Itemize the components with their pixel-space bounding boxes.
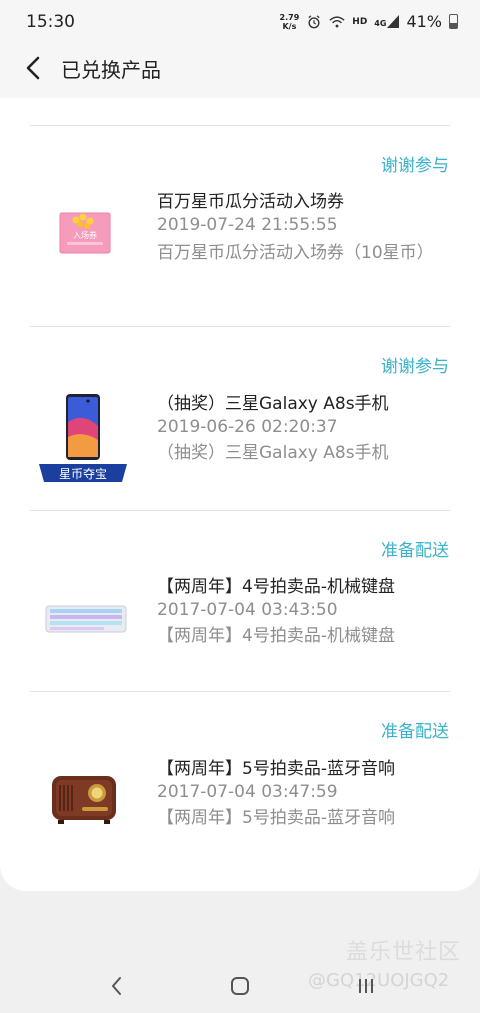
- order-description: 百万星币瓜分活动入场券（10星币）: [157, 243, 434, 263]
- banner-text: 星币夺宝: [59, 467, 107, 481]
- nav-home-button[interactable]: [220, 969, 260, 1003]
- order-name: 【两周年】5号拍卖品-蓝牙音响: [157, 759, 395, 779]
- order-item[interactable]: 准备配送 【两周年】5号拍卖品-蓝牙音响 2017-07-04 03:47:59: [0, 692, 480, 872]
- status-bar: 15:30 2.79 K/s HD 4G 41%: [0, 0, 480, 44]
- nav-back-icon: [112, 977, 121, 995]
- order-description: 【两周年】5号拍卖品-蓝牙音响: [157, 808, 395, 828]
- nav-back-button[interactable]: [96, 969, 136, 1003]
- order-item[interactable]: 谢谢参与 入场券 百万星币瓜分活动入场券 2019-07-24 21:55:55…: [0, 126, 480, 326]
- nav-recents-icon: [359, 979, 373, 993]
- order-name: 百万星币瓜分活动入场券: [157, 192, 344, 212]
- order-status: 准备配送: [381, 541, 449, 561]
- signal-label: 4G: [374, 19, 387, 28]
- order-description: （抽奖）三星Galaxy A8s手机: [157, 443, 389, 463]
- order-status: 准备配送: [381, 722, 449, 742]
- order-thumbnail: 星币夺宝: [36, 392, 130, 486]
- order-date: 2017-07-04 03:47:59: [157, 782, 338, 802]
- order-item[interactable]: 谢谢参与 星币夺宝 （抽奖）三星Galaxy A8s手机 2019-06-26 …: [0, 327, 480, 510]
- header: 已兑换产品: [0, 44, 480, 98]
- wifi-icon: [329, 15, 345, 27]
- keyboard-image: [45, 605, 127, 633]
- ticket-text: 入场券: [73, 230, 97, 240]
- order-thumbnail: 入场券: [36, 186, 130, 280]
- net-speed-value: 2.79: [279, 12, 300, 22]
- page-title: 已兑换产品: [61, 58, 161, 82]
- order-thumbnail: [36, 571, 130, 665]
- nav-home-icon: [231, 977, 249, 995]
- order-date: 2017-07-04 03:43:50: [157, 600, 338, 620]
- speaker-image: [52, 776, 116, 824]
- order-thumbnail: [36, 752, 130, 846]
- order-name: （抽奖）三星Galaxy A8s手机: [157, 394, 389, 414]
- ticket-image: 入场券: [59, 212, 111, 254]
- navigation-bar: [0, 955, 480, 1013]
- order-description: 【两周年】4号拍卖品-机械键盘: [157, 626, 395, 646]
- phone-image: 星币夺宝: [39, 394, 127, 482]
- back-arrow-icon: [26, 56, 40, 80]
- nav-recents-button[interactable]: [346, 969, 386, 1003]
- orders-card: 谢谢参与 入场券 百万星币瓜分活动入场券 2019-07-24 21:55:55…: [0, 98, 480, 891]
- network-label: HD: [352, 16, 368, 27]
- signal-icon: 4G: [374, 15, 400, 28]
- battery-percent: 41%: [406, 12, 442, 31]
- order-name: 【两周年】4号拍卖品-机械键盘: [157, 577, 395, 597]
- order-status: 谢谢参与: [381, 357, 449, 377]
- alarm-icon: [308, 14, 320, 28]
- status-icons: 2.79 K/s HD 4G 41%: [280, 12, 458, 31]
- net-speed: 2.79 K/s: [280, 13, 300, 31]
- back-button[interactable]: [18, 52, 48, 84]
- order-date: 2019-06-26 02:20:37: [157, 417, 338, 437]
- battery-icon: [449, 14, 458, 29]
- order-item[interactable]: 准备配送 【两周年】4号拍卖品-机械键盘 2017-07-04 03:43:50…: [0, 511, 480, 691]
- net-speed-unit: K/s: [282, 21, 297, 31]
- order-date: 2019-07-24 21:55:55: [157, 215, 338, 235]
- status-time: 15:30: [26, 12, 75, 32]
- order-status: 谢谢参与: [381, 156, 449, 176]
